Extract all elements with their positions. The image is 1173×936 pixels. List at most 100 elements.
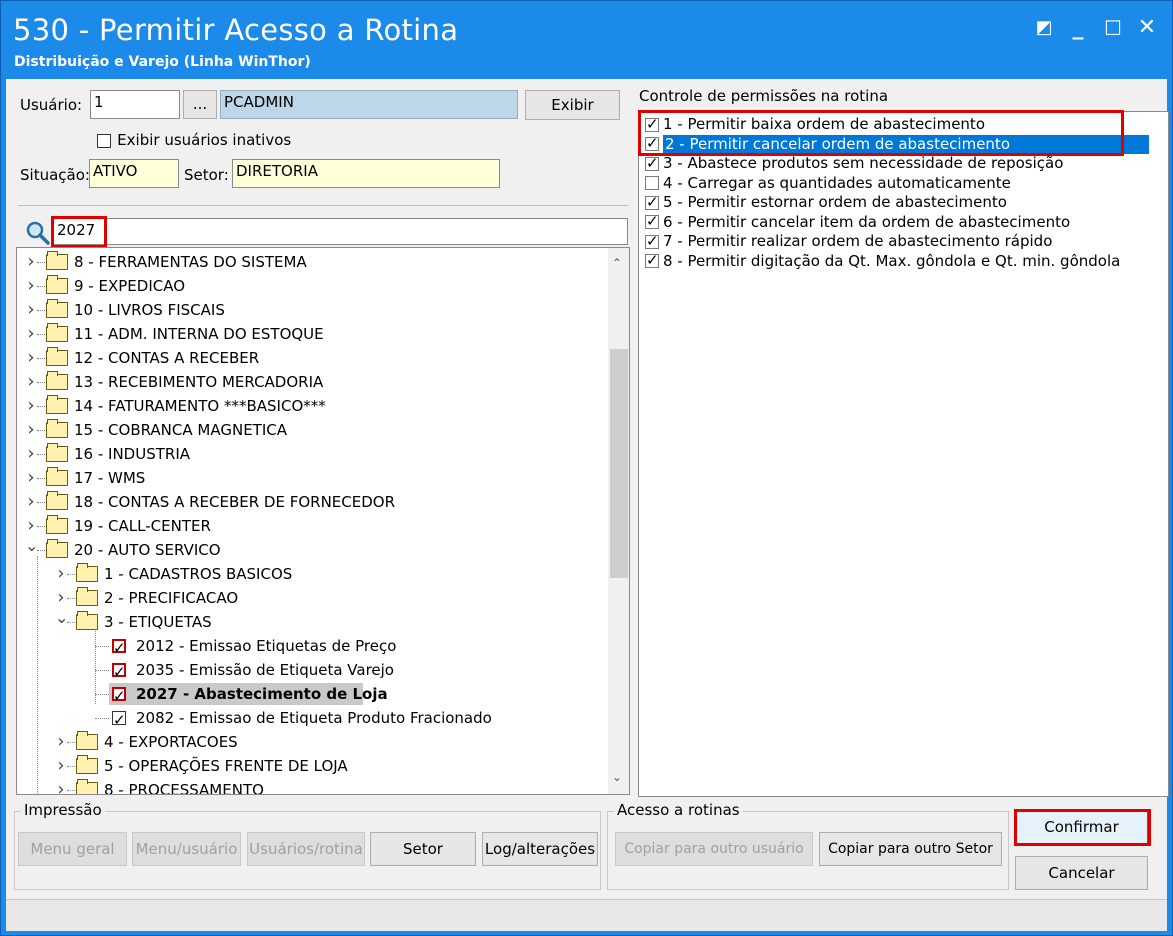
tree-folder-item[interactable]: › 16 - INDUSTRIA: [17, 442, 607, 466]
permission-checkbox[interactable]: [645, 193, 659, 212]
permission-checkbox[interactable]: [645, 232, 659, 251]
situacao-field: ATIVO: [89, 159, 179, 188]
chevron-right-icon[interactable]: ›: [25, 346, 37, 370]
chevron-down-icon[interactable]: ⌄: [25, 534, 38, 558]
permission-label: 5 - Permitir estornar ordem de abastecim…: [663, 193, 1007, 211]
tree-folder-item[interactable]: › 8 - FERRAMENTAS DO SISTEMA: [17, 250, 607, 274]
tree-connector: [37, 382, 45, 383]
routine-checkbox[interactable]: [112, 660, 126, 684]
chevron-right-icon[interactable]: ›: [25, 442, 37, 466]
tree-connector: [37, 358, 45, 359]
chevron-right-icon[interactable]: ›: [25, 394, 37, 418]
tree-item-label: 8 - PROCESSAMENTO: [104, 781, 264, 795]
chevron-right-icon[interactable]: ›: [55, 562, 67, 586]
tree-folder-item[interactable]: › 14 - FATURAMENTO ***BASICO***: [17, 394, 607, 418]
chevron-right-icon[interactable]: ›: [25, 370, 37, 394]
permission-checkbox[interactable]: [645, 212, 659, 231]
routine-checkbox[interactable]: [112, 684, 126, 708]
folder-icon: [46, 299, 68, 318]
permission-checkbox[interactable]: [645, 176, 659, 190]
routine-tree[interactable]: ⌃ ⌄ › 8 - FERRAMENTAS DO SISTEMA › 9 - EXPE…: [16, 247, 630, 795]
maximize-button[interactable]: ☐: [1100, 15, 1126, 41]
permission-item[interactable]: 7 - Permitir realizar ordem de abastecim…: [645, 232, 1052, 251]
tree-item-label: 19 - CALL-CENTER: [74, 517, 211, 535]
tree-folder-item[interactable]: › 9 - EXPEDICAO: [17, 274, 607, 298]
tree-folder-item[interactable]: ⌄ 3 - ETIQUETAS: [17, 608, 607, 634]
tree-item-label: 4 - EXPORTACOES: [104, 733, 238, 751]
impressao-title: Impressão: [21, 801, 105, 819]
tree-folder-item[interactable]: › 17 - WMS: [17, 466, 607, 490]
chevron-right-icon[interactable]: ›: [25, 490, 37, 514]
permission-item[interactable]: 6 - Permitir cancelar item da ordem de a…: [645, 212, 1070, 232]
tree-routine-item[interactable]: 2027 - Abastecimento de Loja: [17, 682, 607, 708]
menu-geral-button[interactable]: Menu geral: [18, 832, 127, 866]
chevron-right-icon[interactable]: ›: [25, 274, 37, 298]
tree-item-label: 20 - AUTO SERVICO: [74, 541, 221, 559]
routine-checkbox[interactable]: [112, 708, 126, 732]
close-button[interactable]: ✕: [1134, 15, 1160, 41]
chevron-right-icon[interactable]: ›: [25, 250, 37, 274]
tree-item-label: 2027 - Abastecimento de Loja: [136, 685, 388, 703]
chevron-right-icon[interactable]: ›: [25, 322, 37, 346]
tree-item-label: 2012 - Emissao Etiquetas de Preço: [136, 637, 397, 655]
tree-connector: [67, 742, 75, 743]
tree-connector: [37, 334, 45, 335]
tree-connector: [37, 502, 45, 503]
cancelar-button[interactable]: Cancelar: [1015, 856, 1148, 890]
tree-folder-item[interactable]: › 12 - CONTAS A RECEBER: [17, 346, 607, 370]
usuarios-rotina-button[interactable]: Usuários/rotina: [247, 832, 365, 866]
search-input[interactable]: 2027: [53, 218, 628, 245]
chevron-right-icon[interactable]: ›: [55, 778, 67, 794]
minimize-button[interactable]: _: [1065, 15, 1091, 41]
tree-folder-item[interactable]: › 19 - CALL-CENTER: [17, 514, 607, 538]
copiar-usuario-button[interactable]: Copiar para outro usuário: [615, 832, 813, 866]
permission-item[interactable]: 5 - Permitir estornar ordem de abastecim…: [645, 193, 1007, 212]
exibir-button[interactable]: Exibir: [525, 90, 620, 120]
tree-folder-item[interactable]: › 13 - RECEBIMENTO MERCADORIA: [17, 370, 607, 394]
tree-folder-item[interactable]: › 5 - OPERAÇÕES FRENTE DE LOJA: [17, 754, 607, 778]
tree-folder-item[interactable]: › 18 - CONTAS A RECEBER DE FORNECEDOR: [17, 490, 607, 514]
tree-folder-item[interactable]: › 15 - COBRANCA MAGNETICA: [17, 418, 607, 442]
tree-routine-item[interactable]: 2012 - Emissao Etiquetas de Preço: [17, 634, 607, 660]
tree-folder-item[interactable]: › 11 - ADM. INTERNA DO ESTOQUE: [17, 322, 607, 346]
tree-item-label: 10 - LIVROS FISCAIS: [74, 301, 225, 319]
tree-scroll-thumb[interactable]: [610, 349, 628, 578]
copiar-setor-button[interactable]: Copiar para outro Setor: [819, 832, 1002, 866]
scroll-up-icon[interactable]: ⌃: [612, 256, 622, 270]
routine-checkbox[interactable]: [112, 636, 126, 660]
tree-folder-item[interactable]: › 8 - PROCESSAMENTO: [17, 778, 607, 795]
permissions-title: Controle de permissões na rotina: [639, 87, 889, 105]
permission-checkbox[interactable]: [645, 154, 659, 173]
browse-user-button[interactable]: ...: [183, 90, 217, 119]
tree-item-label: 13 - RECEBIMENTO MERCADORIA: [74, 373, 324, 391]
tree-routine-item[interactable]: 2035 - Emissão de Etiqueta Varejo: [17, 658, 607, 684]
inactive-users-checkbox[interactable]: Exibir usuários inativos: [97, 131, 291, 149]
tree-folder-item[interactable]: › 10 - LIVROS FISCAIS: [17, 298, 607, 322]
scroll-down-icon[interactable]: ⌄: [612, 770, 622, 784]
chevron-right-icon[interactable]: ›: [25, 298, 37, 322]
tree-folder-item[interactable]: ⌄ 20 - AUTO SERVICO: [17, 536, 607, 562]
permission-item[interactable]: 3 - Abastece produtos sem necessidade de…: [645, 154, 1063, 173]
usuario-input[interactable]: 1: [90, 90, 180, 119]
chevron-right-icon[interactable]: ›: [25, 418, 37, 442]
chevron-down-icon[interactable]: ⌄: [55, 606, 68, 630]
tree-scrollbar[interactable]: ⌃ ⌄: [608, 248, 629, 794]
chevron-right-icon[interactable]: ›: [55, 730, 67, 754]
tree-folder-item[interactable]: › 1 - CADASTROS BASICOS: [17, 562, 607, 586]
chevron-right-icon[interactable]: ›: [25, 466, 37, 490]
restore-icon[interactable]: ◩: [1031, 15, 1057, 41]
tree-folder-item[interactable]: › 4 - EXPORTACOES: [17, 730, 607, 754]
tree-folder-item[interactable]: › 2 - PRECIFICACAO: [17, 586, 607, 610]
chevron-right-icon[interactable]: ›: [55, 754, 67, 778]
tree-routine-item[interactable]: 2082 - Emissao de Etiqueta Produto Fraci…: [17, 706, 607, 732]
menu-usuario-button[interactable]: Menu/usuário: [132, 832, 241, 866]
inactive-checkbox-box[interactable]: [97, 134, 111, 149]
log-alteracoes-button[interactable]: Log/alterações: [482, 832, 598, 866]
permission-item[interactable]: 8 - Permitir digitação da Qt. Max. gôndo…: [645, 251, 1120, 271]
permissions-list[interactable]: 1 - Permitir baixa ordem de abasteciment…: [638, 111, 1169, 797]
permission-item[interactable]: 4 - Carregar as quantidades automaticame…: [645, 174, 1011, 193]
setor-button[interactable]: Setor: [370, 832, 476, 866]
permission-checkbox[interactable]: [645, 251, 659, 270]
tree-connector: [67, 766, 75, 767]
title-bar[interactable]: 530 - Permitir Acesso a Rotina Distribui…: [1, 1, 1172, 79]
